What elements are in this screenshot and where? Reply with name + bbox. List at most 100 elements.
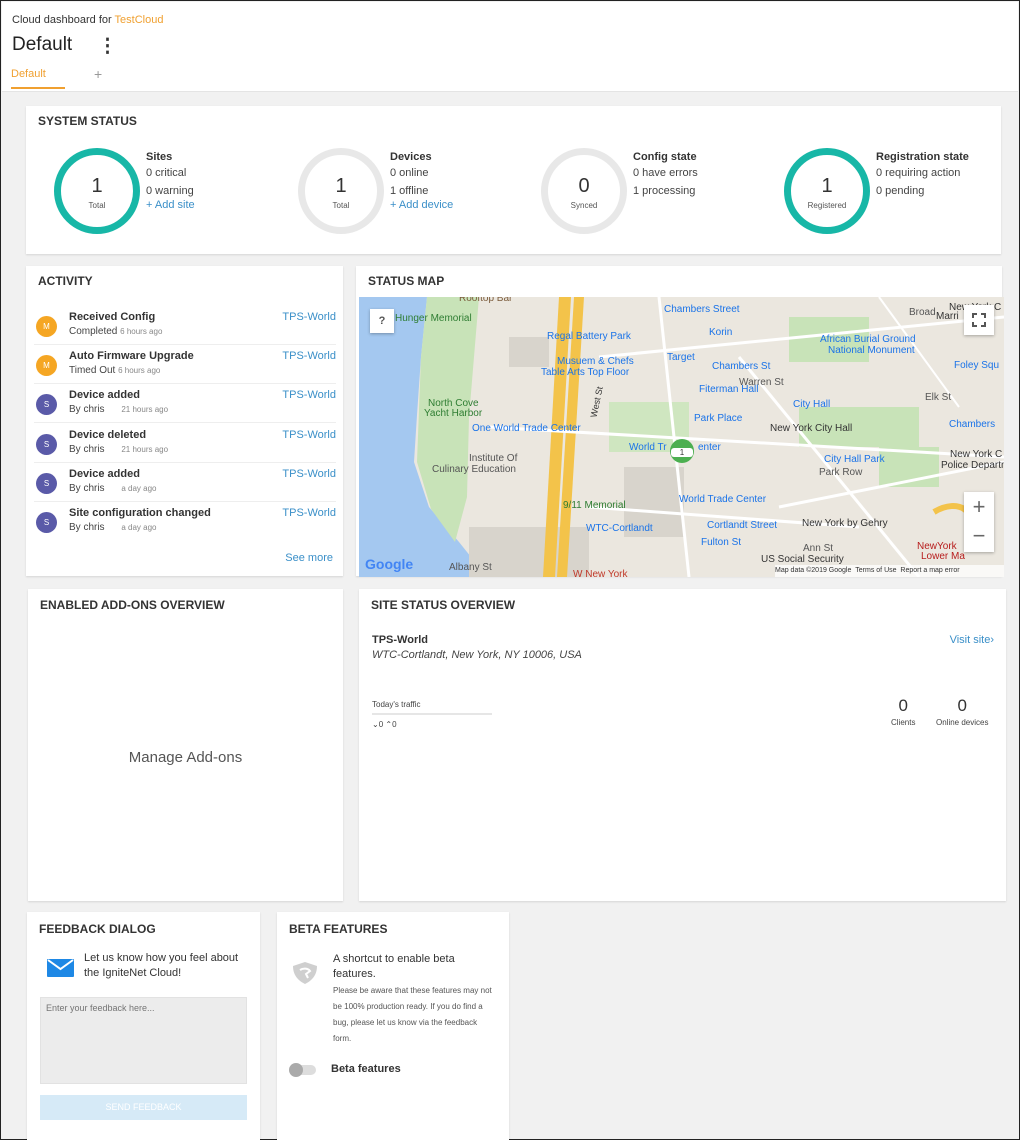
activity-site-link[interactable]: TPS-World: [282, 389, 336, 401]
map-label: Yacht Harbor: [424, 408, 483, 419]
map-label: Foley Squ: [954, 360, 1000, 371]
feedback-prompt: Let us know how you feel about the Ignit…: [84, 952, 239, 979]
cloud-link[interactable]: TestCloud: [115, 14, 164, 26]
activity-title: Received Config: [69, 311, 156, 323]
activity-item: S Device added By chris 21 hours ago TPS-Wo…: [34, 384, 336, 423]
tab-default[interactable]: Default: [11, 68, 65, 89]
map-label: City Hall Park: [824, 454, 885, 465]
map-label: National Monument: [828, 345, 915, 356]
status-map-card: STATUS MAP Rooftop Bar Hunger Memorial C…: [356, 266, 1004, 577]
avatar: M: [36, 316, 57, 337]
activity-status: Completed: [69, 326, 118, 337]
online-devices-metric: 0 Online devices: [936, 696, 988, 727]
sites-ring: 1 Total: [54, 148, 140, 234]
add-device-link[interactable]: + Add device: [390, 199, 453, 211]
site-name[interactable]: TPS-World: [372, 634, 428, 646]
map-label: Elk St: [925, 392, 952, 403]
activity-item: M Received Config Completed 6 hours ago TPS…: [34, 306, 336, 345]
see-more-link[interactable]: See more: [285, 552, 333, 564]
feedback-title: FEEDBACK DIALOG: [39, 922, 156, 936]
beta-heading: A shortcut to enable beta features.: [333, 953, 455, 980]
system-status-title: SYSTEM STATUS: [38, 114, 137, 128]
kebab-menu-icon[interactable]: ⋮: [98, 35, 117, 58]
site-status-title: SITE STATUS OVERVIEW: [371, 598, 516, 612]
registration-ring: 1 Registered: [784, 148, 870, 234]
map-data-text: Map data ©2019 Google: [775, 567, 852, 574]
sites-warning: 0 warning: [146, 185, 194, 197]
visit-site-link[interactable]: Visit site›: [950, 634, 994, 646]
map-label: 9/11 Memorial: [563, 500, 626, 511]
activity-time: 6 hours ago: [118, 366, 161, 375]
dashboard-header: Cloud dashboard for TestCloud Default ⋮ …: [2, 2, 1018, 92]
chevron-right-icon: ›: [990, 634, 994, 646]
map-label: WTC-Cortlandt: [586, 523, 653, 534]
site-address: WTC-Cortlandt, New York, NY 10006, USA: [372, 649, 582, 661]
envelope-icon: [47, 959, 74, 977]
add-site-link[interactable]: + Add site: [146, 199, 195, 211]
activity-site-link[interactable]: TPS-World: [282, 429, 336, 441]
clients-metric: 0 Clients: [891, 696, 915, 727]
activity-site-link[interactable]: TPS-World: [282, 350, 336, 362]
map-label: Park Row: [819, 467, 863, 478]
activity-detail: Timed Out 6 hours ago: [69, 365, 160, 376]
activity-site-link[interactable]: TPS-World: [282, 311, 336, 323]
beta-toggle[interactable]: [289, 1063, 316, 1077]
activity-site-link[interactable]: TPS-World: [282, 507, 336, 519]
registration-info: Registration state 0 requiring action 0 …: [876, 151, 969, 203]
sites-critical: 0 critical: [146, 167, 187, 179]
registration-count: 1: [821, 175, 833, 197]
map-label: Target: [667, 352, 695, 363]
devices-ring: 1 Total: [298, 148, 384, 234]
send-feedback-button[interactable]: SEND FEEDBACK: [40, 1095, 247, 1120]
system-status-card: SYSTEM STATUS 1 Total Sites 0 critical 0…: [26, 106, 1001, 254]
manage-addons-link[interactable]: Manage Add-ons: [28, 749, 343, 766]
config-caption: Synced: [570, 201, 598, 210]
devices-heading: Devices: [390, 151, 432, 163]
sites-info: Sites 0 critical 0 warning + Add site: [146, 151, 195, 211]
beta-toggle-knob: [289, 1063, 303, 1077]
avatar: M: [36, 355, 57, 376]
map-label: Police Departme: [941, 460, 1004, 471]
map-label: Ann St: [803, 543, 834, 554]
map-attribution: Map data ©2019 Google Terms of Use Repor…: [775, 565, 1004, 577]
cluster-count: 1: [671, 448, 693, 457]
traffic-values: ⌄0 ⌃0: [372, 720, 397, 729]
activity-title: Site configuration changed: [69, 507, 211, 519]
feedback-textarea[interactable]: [40, 997, 247, 1084]
avatar: S: [36, 394, 57, 415]
breadcrumb: Cloud dashboard for TestCloud: [12, 14, 163, 26]
map-label: W New York: [573, 569, 628, 577]
visit-site-label: Visit site: [949, 634, 991, 646]
map-label: Albany St: [449, 562, 492, 573]
config-count: 0: [578, 175, 590, 197]
fullscreen-glyph-icon: [972, 313, 986, 327]
map-label: City Hall: [793, 399, 831, 410]
activity-detail: Completed 6 hours ago: [69, 326, 162, 337]
down-arrow-icon: ⌄: [372, 720, 379, 729]
map-label: New York by Gehry: [802, 518, 888, 529]
report-error-link[interactable]: Report a map error: [900, 567, 959, 574]
status-map[interactable]: Rooftop Bar Hunger Memorial Chambers Stree…: [359, 297, 1004, 577]
traffic-down: 0: [378, 720, 384, 729]
app-frame: Cloud dashboard for TestCloud Default ⋮ …: [0, 0, 1020, 1140]
activity-title: ACTIVITY: [38, 274, 93, 288]
fullscreen-icon[interactable]: [964, 305, 994, 335]
map-label: One World Trade Center: [472, 423, 581, 434]
sites-heading: Sites: [146, 151, 173, 163]
devices-count: 1: [335, 175, 347, 197]
stat-registration: 1 Registered Registration state 0 requir…: [784, 148, 1020, 248]
map-label: Hunger Memorial: [395, 313, 472, 324]
map-label: Lower Ma: [921, 551, 965, 562]
zoom-in-button[interactable]: +: [964, 492, 994, 522]
add-tab-icon[interactable]: +: [94, 66, 102, 82]
map-help-icon[interactable]: ?: [370, 309, 394, 333]
activity-title: Auto Firmware Upgrade: [69, 350, 194, 362]
activity-item: S Device added By chris a day ago TPS-World: [34, 463, 336, 502]
terms-link[interactable]: Terms of Use: [855, 567, 896, 574]
devices-online: 0 online: [390, 167, 429, 179]
traffic-up: 0: [392, 720, 397, 729]
map-label: Rooftop Bar: [459, 297, 513, 304]
avatar: S: [36, 473, 57, 494]
activity-site-link[interactable]: TPS-World: [282, 468, 336, 480]
zoom-out-button[interactable]: −: [964, 522, 994, 552]
